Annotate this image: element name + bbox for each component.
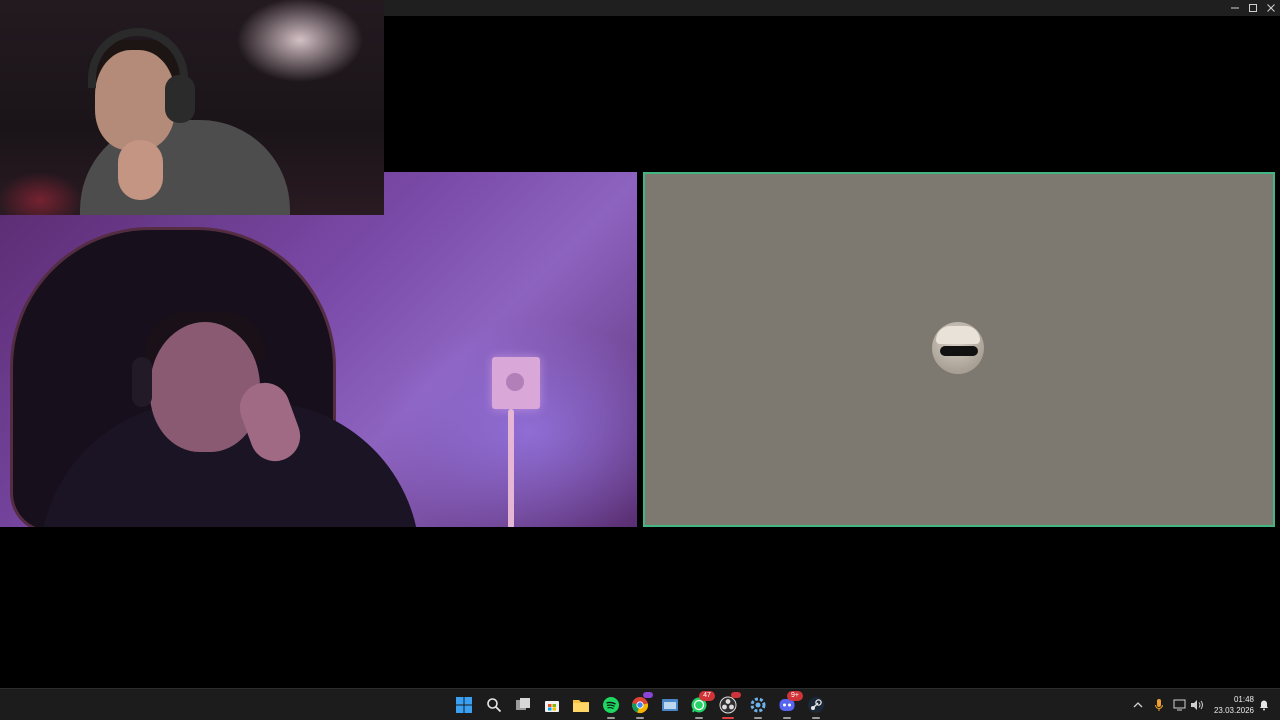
microphone-icon[interactable]	[1151, 697, 1167, 713]
cable	[508, 409, 514, 527]
clock-time: 01:48	[1233, 695, 1254, 704]
app-window-icon[interactable]	[658, 693, 682, 717]
video-tile-left[interactable]	[0, 172, 637, 527]
network-icon[interactable]	[1172, 697, 1188, 713]
taskbar: 47 9+ 01:48 23.03.2026	[0, 688, 1280, 720]
running-indicator	[695, 717, 703, 719]
running-indicator	[607, 717, 615, 719]
video-tile-pip[interactable]	[0, 0, 384, 215]
discord-unread-badge: 9+	[787, 691, 803, 701]
minimize-icon[interactable]	[1225, 0, 1245, 16]
file-explorer-icon[interactable]	[569, 693, 593, 717]
volume-icon[interactable]	[1189, 697, 1205, 713]
discord-icon[interactable]: 9+	[775, 691, 803, 719]
windows-start-icon[interactable]	[452, 693, 476, 717]
chevron-up-icon[interactable]	[1130, 697, 1146, 713]
participant-avatar[interactable]	[932, 322, 984, 374]
headset	[132, 357, 152, 407]
pip-headset-cup	[165, 75, 195, 123]
spotify-icon[interactable]	[599, 693, 623, 719]
running-indicator	[783, 717, 791, 719]
taskbar-clock[interactable]: 01:48 23.03.2026	[1208, 694, 1254, 716]
chrome-badge	[643, 692, 653, 698]
running-indicator	[636, 717, 644, 719]
notification-bell-icon[interactable]	[1256, 697, 1272, 713]
chrome-icon[interactable]	[628, 692, 653, 719]
whatsapp-icon[interactable]: 47	[687, 691, 715, 719]
sunglasses-icon	[940, 346, 978, 356]
active-indicator	[722, 717, 734, 719]
participant-head	[150, 322, 260, 452]
wall-socket	[492, 357, 540, 409]
task-view-icon[interactable]	[511, 693, 535, 717]
running-indicator	[754, 717, 762, 719]
close-icon[interactable]	[1261, 0, 1280, 16]
search-icon[interactable]	[482, 693, 506, 717]
whatsapp-unread-badge: 47	[699, 691, 715, 701]
microsoft-store-icon[interactable]	[540, 693, 564, 717]
gear-app-icon[interactable]	[746, 693, 770, 719]
pip-participant-hand	[118, 140, 163, 200]
video-tile-right-speaking[interactable]	[643, 172, 1275, 527]
obs-recording-dot	[731, 692, 741, 698]
steam-icon[interactable]	[804, 693, 828, 719]
obs-icon[interactable]	[716, 692, 741, 719]
maximize-icon[interactable]	[1243, 0, 1263, 16]
running-indicator	[812, 717, 820, 719]
clock-date: 23.03.2026	[1213, 706, 1254, 715]
window-titlebar	[384, 0, 1280, 16]
